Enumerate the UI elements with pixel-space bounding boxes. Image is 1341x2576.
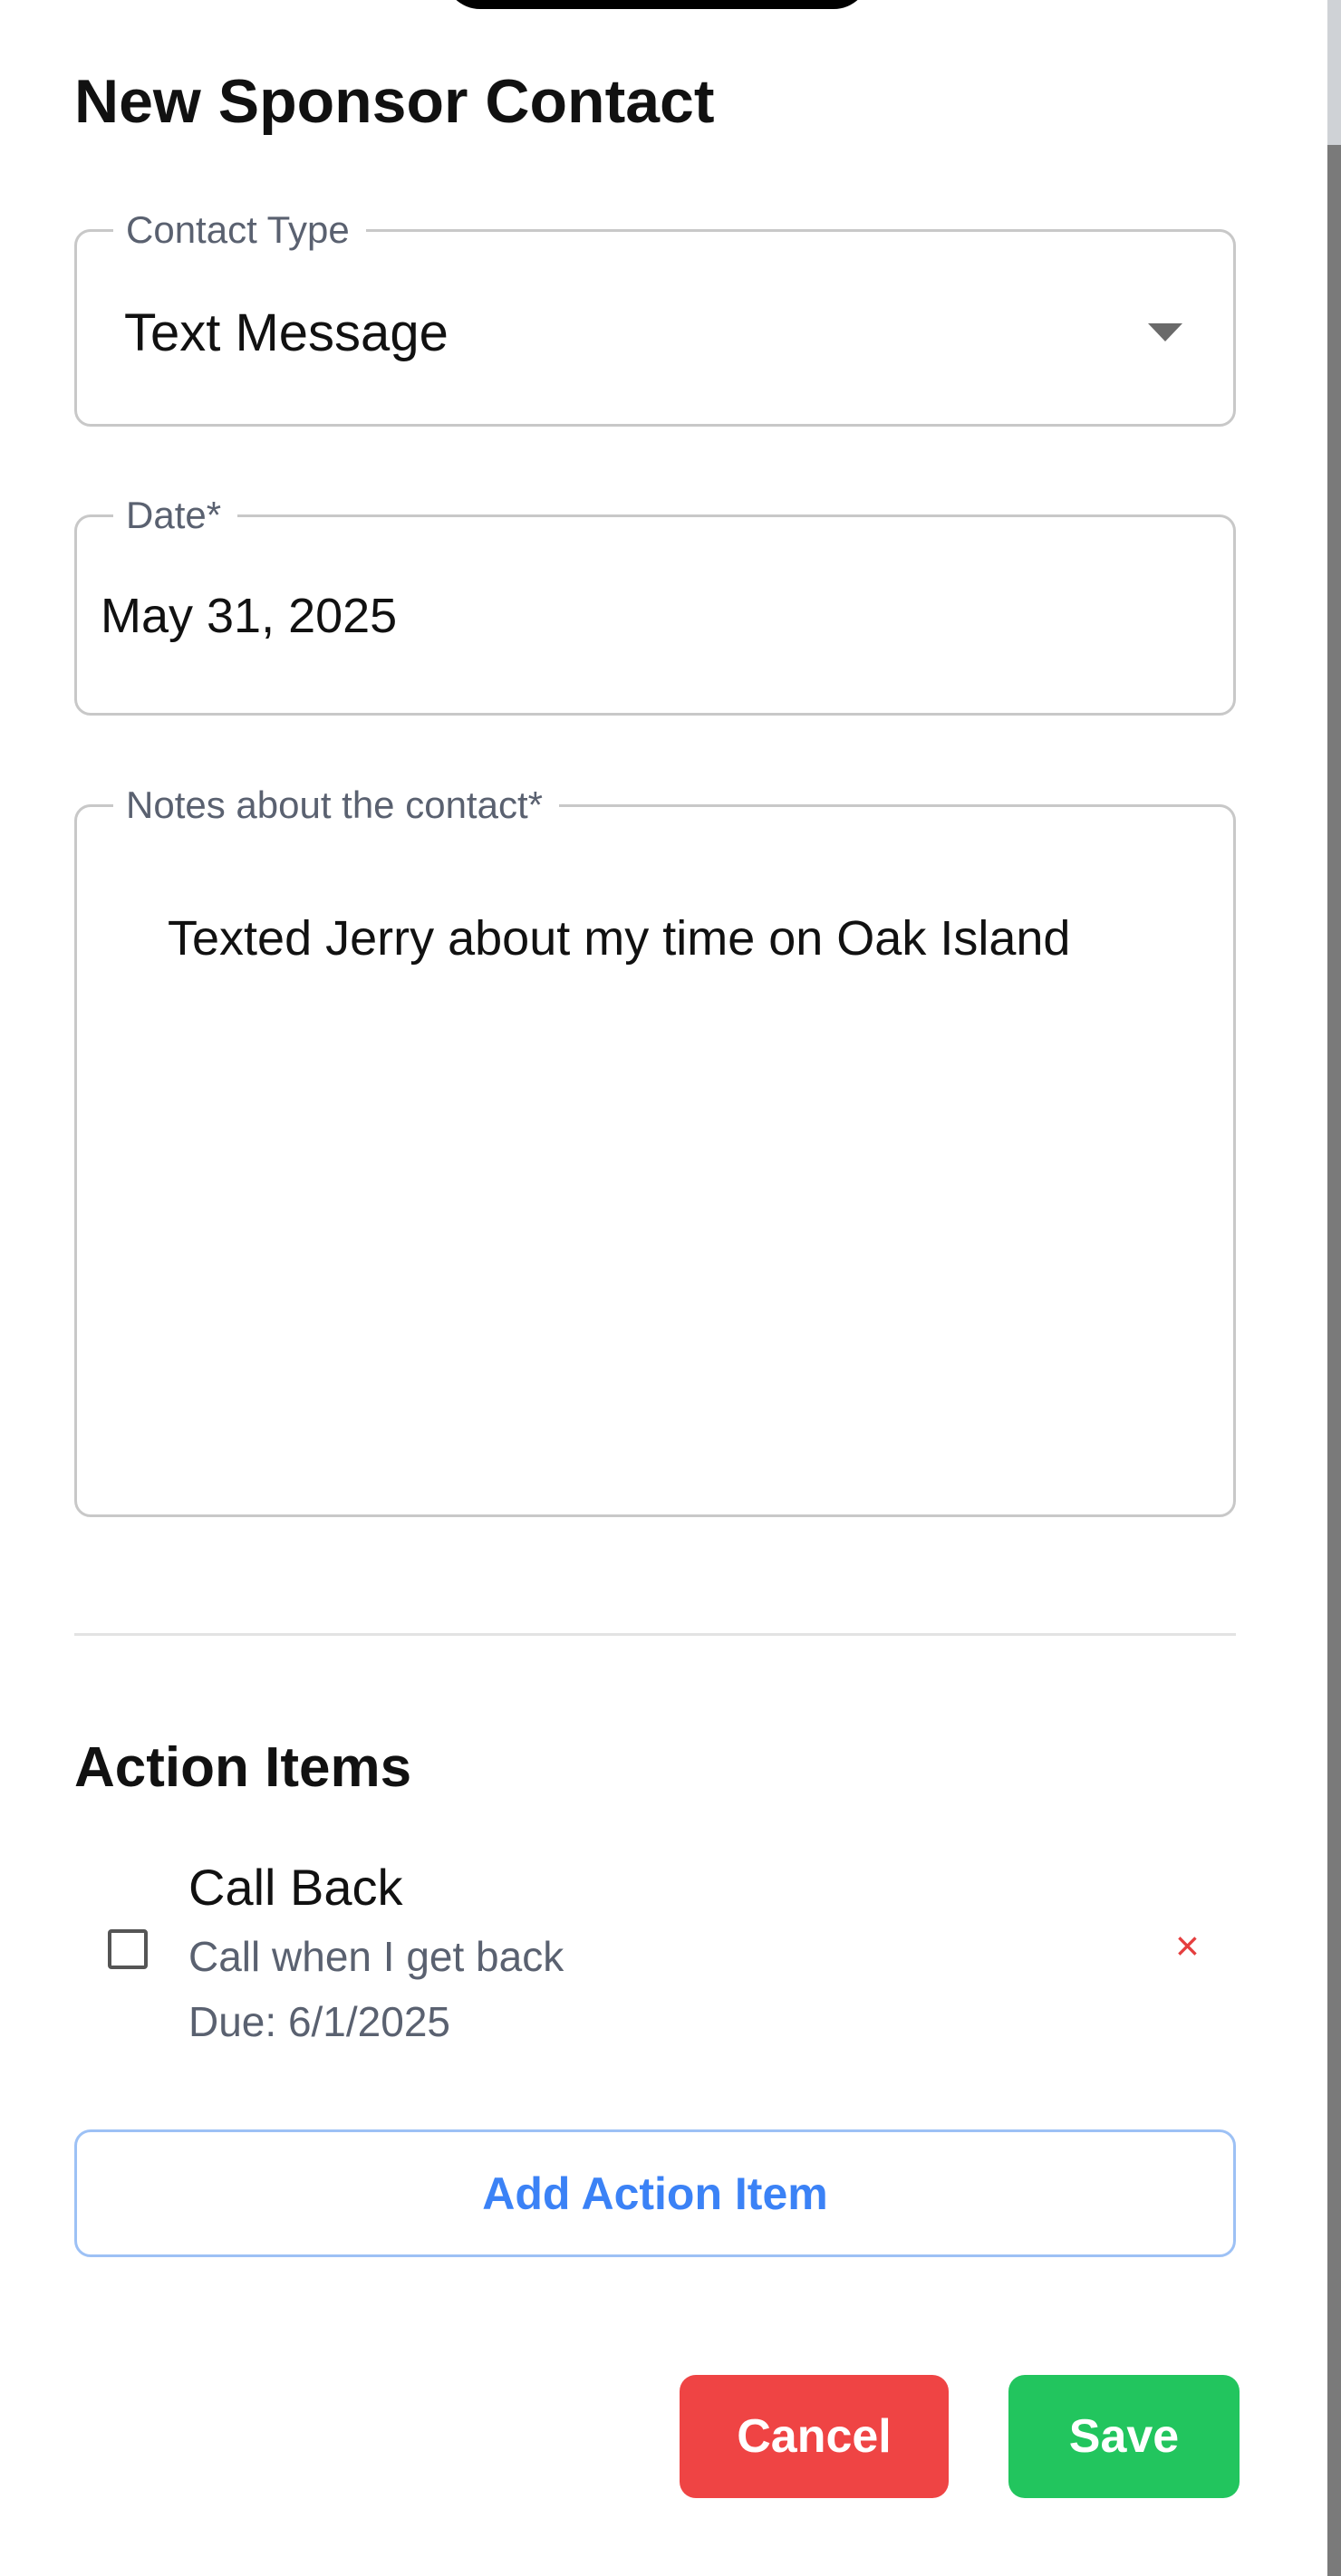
checkbox-unchecked-icon[interactable] bbox=[108, 1929, 148, 1969]
backdrop bbox=[1327, 0, 1341, 2576]
contact-type-label: Contact Type bbox=[113, 208, 366, 252]
close-icon[interactable]: × bbox=[1175, 1920, 1200, 1971]
action-item-title: Call Back bbox=[188, 1859, 403, 1916]
date-label: Date* bbox=[113, 494, 238, 537]
contact-type-value: Text Message bbox=[124, 303, 449, 362]
device-notch bbox=[444, 0, 870, 9]
action-item-description: Call when I get back bbox=[188, 1933, 564, 1980]
section-divider bbox=[74, 1633, 1236, 1636]
date-value: May 31, 2025 bbox=[101, 589, 398, 643]
sponsor-contact-modal: New Sponsor Contact Contact Type Text Me… bbox=[0, 0, 1327, 2576]
contact-type-select[interactable]: Contact Type Text Message bbox=[74, 208, 1236, 427]
add-action-item-button[interactable]: Add Action Item bbox=[74, 2129, 1236, 2257]
save-button[interactable]: Save bbox=[1008, 2375, 1240, 2498]
backdrop-header bbox=[1327, 0, 1341, 145]
cancel-button[interactable]: Cancel bbox=[680, 2375, 949, 2498]
action-items-heading: Action Items bbox=[74, 1736, 412, 1799]
modal-title: New Sponsor Contact bbox=[74, 67, 715, 136]
chevron-down-icon bbox=[1148, 323, 1182, 341]
date-field[interactable]: Date* May 31, 2025 bbox=[74, 494, 1236, 716]
notes-label: Notes about the contact* bbox=[113, 783, 559, 827]
action-item: Call Back Call when I get back Due: 6/1/… bbox=[74, 1848, 1236, 2065]
notes-value: Texted Jerry about my time on Oak Island bbox=[168, 911, 1071, 966]
action-item-due-date: Due: 6/1/2025 bbox=[188, 1998, 451, 2045]
notes-textarea[interactable]: Notes about the contact* Texted Jerry ab… bbox=[74, 783, 1236, 1517]
